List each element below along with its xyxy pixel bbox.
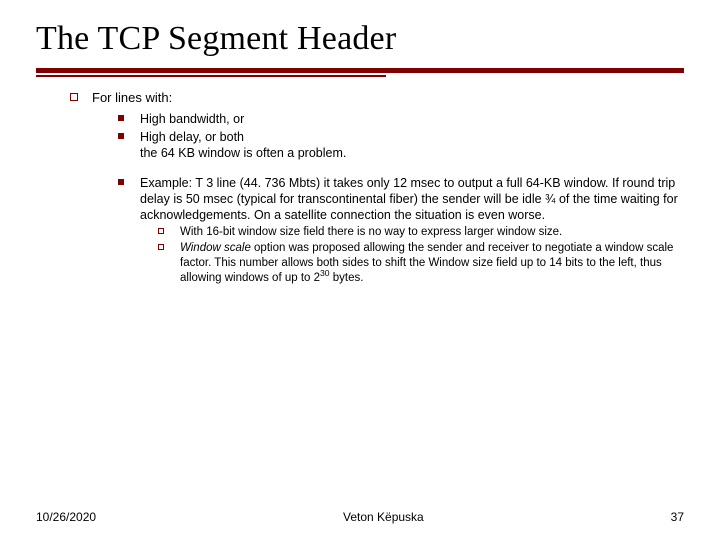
lvl2-text: High delay, or both bbox=[140, 130, 244, 144]
slide: The TCP Segment Header For lines with: H… bbox=[0, 0, 720, 540]
lvl3-item: With 16-bit window size field there is n… bbox=[154, 225, 684, 240]
hollow-square-bullet-icon bbox=[158, 228, 164, 234]
footer-author: Veton Këpuska bbox=[343, 510, 424, 524]
filled-square-bullet-icon bbox=[118, 179, 124, 185]
lvl2-text: Example: T 3 line (44. 736 Mbts) it take… bbox=[140, 176, 678, 222]
footer-page-number: 37 bbox=[671, 510, 684, 524]
hollow-square-bullet-icon bbox=[158, 244, 164, 250]
hollow-square-bullet-icon bbox=[70, 93, 78, 101]
slide-body: For lines with: High bandwidth, or High … bbox=[0, 76, 720, 286]
slide-title: The TCP Segment Header bbox=[0, 0, 720, 64]
lvl2-item: High bandwidth, or bbox=[114, 111, 684, 127]
slide-footer: 10/26/2020 Veton Këpuska 37 bbox=[0, 510, 720, 524]
lvl2-item: Example: T 3 line (44. 736 Mbts) it take… bbox=[114, 175, 684, 286]
filled-square-bullet-icon bbox=[118, 115, 124, 121]
lvl3-text: With 16-bit window size field there is n… bbox=[180, 226, 562, 238]
lvl1-text: For lines with: bbox=[92, 90, 172, 105]
lvl3-item: Window scale option was proposed allowin… bbox=[154, 241, 684, 285]
lvl2-text: High bandwidth, or bbox=[140, 112, 244, 126]
lvl3-text: Window scale option was proposed allowin… bbox=[180, 242, 673, 283]
footer-date: 10/26/2020 bbox=[36, 510, 96, 524]
lvl2-item: High delay, or both the 64 KB window is … bbox=[114, 129, 684, 161]
lvl2-text-cont: the 64 KB window is often a problem. bbox=[140, 146, 346, 160]
title-rule bbox=[36, 68, 684, 76]
filled-square-bullet-icon bbox=[118, 133, 124, 139]
spacer bbox=[114, 163, 684, 173]
emphasis-term: Window scale bbox=[180, 242, 251, 254]
lvl1-item: For lines with: High bandwidth, or High … bbox=[70, 90, 684, 286]
